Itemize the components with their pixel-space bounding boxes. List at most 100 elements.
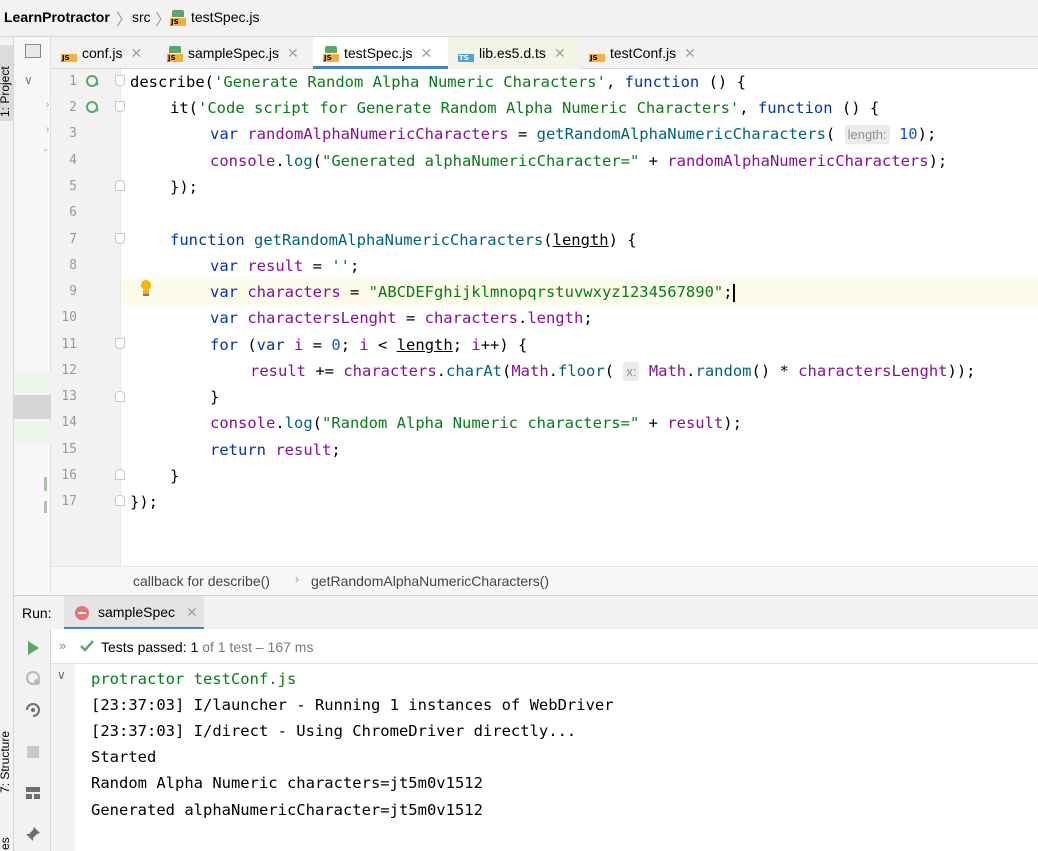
js-file-icon: JS	[170, 10, 186, 26]
nav-folder[interactable]: src	[132, 9, 151, 25]
project-tree-strip: ∨ › › ˇ	[14, 37, 51, 594]
console-line: protractor testConf.js	[91, 670, 297, 688]
console-output[interactable]: ∨ protractor testConf.js [23:37:03] I/la…	[51, 664, 1038, 851]
text-caret	[732, 283, 735, 302]
console-line: Started	[91, 748, 157, 766]
run-toolbar	[14, 629, 51, 851]
code-line-1: describe('Generate Random Alpha Numeric …	[130, 73, 746, 91]
line-number: 5	[69, 179, 77, 194]
line-number: 6	[69, 205, 77, 220]
run-test-icon[interactable]	[85, 100, 101, 114]
line-number: 13	[61, 389, 77, 404]
nav-file[interactable]: testSpec.js	[191, 9, 259, 25]
tree-row-selected[interactable]	[14, 395, 51, 419]
structure-tool-button[interactable]: 7: Structure	[0, 717, 13, 797]
line-number: 7	[69, 232, 77, 247]
code-line-5: });	[170, 178, 198, 196]
check-icon	[80, 640, 94, 652]
code-line-15: return result;	[210, 441, 341, 459]
tab-testspec-js[interactable]: JS testSpec.js ✕	[313, 37, 448, 69]
run-test-icon[interactable]	[85, 74, 101, 88]
nav-project[interactable]: LearnProtractor	[4, 9, 110, 25]
tab-label: lib.es5.d.ts	[479, 45, 546, 61]
js-file-icon: JS	[589, 46, 605, 63]
chevron-right-icon: ›	[295, 572, 299, 586]
tab-run-samplespec[interactable]: sampleSpec ✕	[64, 596, 204, 630]
chevron-down-icon[interactable]: ∨	[57, 668, 66, 682]
left-tool-strip: 1: Project 7: Structure es	[0, 37, 14, 851]
chevron-down-icon[interactable]: ∨	[24, 73, 33, 87]
close-icon[interactable]: ✕	[420, 45, 432, 61]
expand-icon[interactable]: »	[59, 638, 66, 653]
tab-label: testConf.js	[610, 45, 677, 61]
layout-icon[interactable]	[25, 44, 41, 58]
line-number: 8	[69, 258, 77, 273]
js-test-file-icon: JS	[323, 46, 339, 63]
editor-tab-bar: JS conf.js ✕ JS sampleSpec.js ✕ JS testSpec.j…	[51, 37, 1038, 69]
code-line-11: for (var i = 0; i < length; i++) {	[210, 336, 528, 354]
line-number: 11	[61, 337, 77, 352]
close-icon[interactable]: ✕	[554, 45, 566, 61]
tree-row-highlight	[14, 371, 51, 393]
tab-label: testSpec.js	[344, 45, 413, 61]
line-number: 14	[61, 415, 77, 430]
favorites-tool-label: es	[0, 837, 12, 850]
js-file-icon: JS	[61, 46, 77, 63]
console-line: Generated alphaNumericCharacter=jt5m0v15…	[91, 801, 483, 819]
code-line-2: it('Code script for Generate Random Alph…	[170, 99, 880, 117]
console-line: Random Alpha Numeric characters=jt5m0v15…	[91, 774, 483, 792]
tree-marker	[44, 501, 47, 513]
layout-icon[interactable]	[24, 784, 42, 802]
code-line-7: function getRandomAlphaNumericCharacters…	[170, 231, 637, 249]
close-icon[interactable]: ✕	[684, 45, 696, 61]
line-number: 12	[61, 363, 77, 378]
line-number: 15	[61, 442, 77, 457]
tree-row-highlight	[14, 421, 51, 443]
pin-icon[interactable]	[24, 825, 42, 843]
line-number: 16	[61, 468, 77, 483]
close-icon[interactable]: ✕	[186, 604, 198, 621]
code-line-13: }	[210, 388, 220, 406]
line-number: 2	[69, 100, 77, 115]
chevron-right-icon[interactable]: ›	[46, 124, 49, 135]
run-config-label: sampleSpec	[98, 604, 176, 620]
close-icon[interactable]: ✕	[130, 45, 142, 61]
project-tool-label: 1: Project	[0, 66, 12, 117]
toggle-auto-test-icon[interactable]	[24, 701, 42, 719]
code-line-8: var result = '';	[210, 257, 360, 275]
console-line: [23:37:03] I/direct - Using ChromeDriver…	[91, 722, 577, 740]
code-editor[interactable]: describe('Generate Random Alpha Numeric …	[122, 69, 1038, 566]
breadcrumb-item-function[interactable]: getRandomAlphaNumericCharacters()	[311, 573, 549, 589]
chevron-down-icon[interactable]: ˇ	[44, 149, 47, 160]
code-line-12: result += characters.charAt(Math.floor( …	[250, 362, 976, 381]
code-line-3: var randomAlphaNumericCharacters = getRa…	[210, 125, 937, 144]
chevron-right-icon: 〉	[116, 12, 133, 29]
tab-conf-js[interactable]: JS conf.js ✕	[51, 37, 156, 69]
run-tool-header: Run: sampleSpec ✕	[14, 595, 1038, 630]
project-tool-button[interactable]: 1: Project	[0, 45, 13, 121]
rerun-failed-icon[interactable]	[24, 669, 42, 687]
parameter-hint: length:	[844, 125, 890, 144]
code-line-14: console.log("Random Alpha Numeric charac…	[210, 414, 742, 432]
stop-icon[interactable]	[24, 743, 42, 761]
chevron-right-icon: 〉	[155, 12, 172, 29]
breadcrumb-item-describe[interactable]: callback for describe()	[133, 573, 270, 589]
line-number: 1	[69, 74, 77, 89]
line-number: 3	[69, 126, 77, 141]
line-number: 4	[69, 153, 77, 168]
favorites-tool-button[interactable]: es	[0, 832, 13, 851]
parameter-hint: x:	[623, 362, 640, 381]
close-icon[interactable]: ✕	[287, 45, 299, 61]
line-number: 17	[61, 494, 77, 509]
console-line: [23:37:03] I/launcher - Running 1 instan…	[91, 696, 614, 714]
editor-gutter: 1 2 3 4 5 6 7 8 9 10 11 12 13 14 15 16 1…	[51, 69, 151, 566]
tab-samplespec-js[interactable]: JS sampleSpec.js ✕	[157, 37, 313, 69]
rerun-icon[interactable]	[24, 639, 42, 657]
console-gutter: ∨	[51, 664, 75, 851]
line-number: 10	[61, 310, 77, 325]
tab-lib-es5-d-ts[interactable]: TS lib.es5.d.ts ✕	[448, 37, 579, 69]
tab-label: conf.js	[82, 45, 123, 61]
run-label: Run:	[22, 605, 52, 621]
tab-testconf-js[interactable]: JS testConf.js ✕	[579, 37, 709, 69]
chevron-right-icon[interactable]: ›	[46, 99, 49, 110]
